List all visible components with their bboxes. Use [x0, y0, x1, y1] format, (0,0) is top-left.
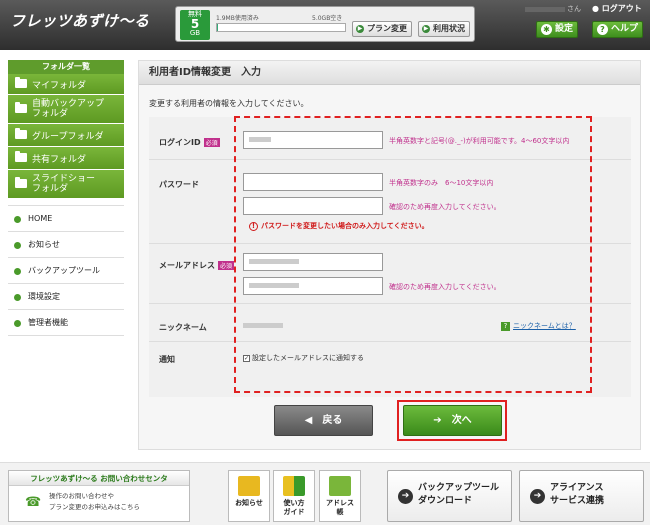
megaphone-icon [238, 476, 260, 496]
sidebar-item-slideshow-folder[interactable]: スライドショー フォルダ [8, 170, 124, 199]
nickname-label: ニックネーム [159, 323, 207, 332]
arrow-right-icon: ▶ [422, 25, 430, 33]
required-badge: 必須 [218, 261, 235, 270]
sidebar-nav: HOME お知らせ バックアップツール 環境設定 管理者機能 [8, 205, 124, 336]
folder-icon [15, 151, 27, 162]
notify-label: 通知 [159, 355, 175, 364]
bullet-icon [14, 320, 21, 327]
usage-free-text: 5.0GB空き [312, 15, 343, 22]
help-button[interactable]: ? ヘルプ [592, 21, 644, 38]
sidebar-item-backup-tool[interactable]: バックアップツール [8, 258, 124, 284]
arrow-right-icon: ➔ [530, 489, 545, 504]
required-badge: 必須 [203, 138, 220, 147]
storage-panel: 無料 5 GB 1.9MB使用済み 5.0GB空き ▶ プラン変更 ▶ 利用状況 [175, 6, 475, 42]
sidebar-item-home[interactable]: HOME [8, 206, 124, 232]
arrow-left-icon: ◀ [304, 415, 313, 426]
arrow-right-icon: ▶ [356, 25, 364, 33]
plan-change-button[interactable]: ▶ プラン変更 [352, 21, 412, 37]
sidebar-item-environment-settings[interactable]: 環境設定 [8, 284, 124, 310]
folder-icon [15, 102, 27, 113]
usage-status-button[interactable]: ▶ 利用状況 [418, 21, 470, 37]
address-book-shortcut[interactable]: アドレス 帳 [319, 470, 361, 522]
bullet-icon [14, 216, 21, 223]
contact-center-panel[interactable]: フレッツあずけ〜る お問い合わせセンタ ☎ 操作のお問い合わせや プラン変更のお… [8, 470, 190, 522]
folder-icon [15, 77, 27, 88]
alliance-service-button[interactable]: ➔ アライアンス サービス連携 [519, 470, 644, 522]
page-description: 変更する利用者の情報を入力してください。 [149, 99, 309, 108]
next-button[interactable]: ➔ 次へ [403, 405, 502, 436]
settings-button[interactable]: ✱ 設定 [536, 21, 579, 38]
login-id-label: ログインID 必須 [159, 138, 220, 147]
sidebar-item-group-folder[interactable]: グループフォルダ [8, 124, 124, 147]
highlight-dashed-frame [234, 116, 592, 393]
sidebar-item-shared-folder[interactable]: 共有フォルダ [8, 147, 124, 170]
phone-icon: ☎ [25, 495, 42, 510]
sidebar-item-notices[interactable]: お知らせ [8, 232, 124, 258]
logout-link[interactable]: ● ログアウト [592, 3, 642, 14]
email-label: メールアドレス 必須 [159, 261, 235, 270]
notice-shortcut[interactable]: お知らせ [228, 470, 270, 522]
app-header: フレッツあずけ〜る 無料 5 GB 1.9MB使用済み 5.0GB空き ▶ プラン… [0, 0, 650, 50]
sidebar-item-my-folder[interactable]: マイフォルダ [8, 74, 124, 95]
gear-icon: ✱ [541, 24, 552, 35]
bullet-icon [14, 294, 21, 301]
guide-shortcut[interactable]: 使い方 ガイド [273, 470, 315, 522]
folder-icon [15, 177, 27, 188]
beginner-mark-icon [283, 476, 305, 496]
password-label: パスワード [159, 180, 199, 189]
page-title: 利用者ID情報変更 入力 [139, 61, 640, 85]
bullet-icon [14, 268, 21, 275]
back-button[interactable]: ◀ 戻る [274, 405, 373, 436]
help-icon: ? [597, 24, 608, 35]
arrow-right-icon: ➔ [433, 415, 442, 426]
bullet-icon [14, 242, 21, 249]
usage-bar [216, 23, 346, 32]
user-name: さん [525, 4, 581, 14]
sidebar-item-admin[interactable]: 管理者機能 [8, 310, 124, 336]
logout-icon: ● [592, 4, 599, 13]
folder-list-heading: フォルダ一覧 [8, 60, 124, 74]
footer: フレッツあずけ〜る お問い合わせセンタ ☎ 操作のお問い合わせや プラン変更のお… [0, 462, 650, 525]
arrow-right-icon: ➔ [398, 489, 413, 504]
address-book-icon [329, 476, 351, 496]
contact-text: 操作のお問い合わせや プラン変更のお申込みはこちら [49, 492, 140, 511]
contact-title: フレッツあずけ〜る お問い合わせセンタ [9, 471, 189, 486]
sidebar-item-auto-backup-folder[interactable]: 自動バックアップ フォルダ [8, 95, 124, 124]
sidebar: フォルダ一覧 マイフォルダ 自動バックアップ フォルダ グループフォルダ 共有フ… [8, 60, 124, 336]
usage-used-text: 1.9MB使用済み [216, 15, 259, 22]
folder-icon [15, 128, 27, 139]
backup-tool-download-button[interactable]: ➔ バックアップツール ダウンロード [387, 470, 512, 522]
plan-badge: 無料 5 GB [180, 10, 210, 40]
usage-bar-fill [217, 24, 218, 31]
app-logo[interactable]: フレッツあずけ〜る [10, 10, 150, 31]
